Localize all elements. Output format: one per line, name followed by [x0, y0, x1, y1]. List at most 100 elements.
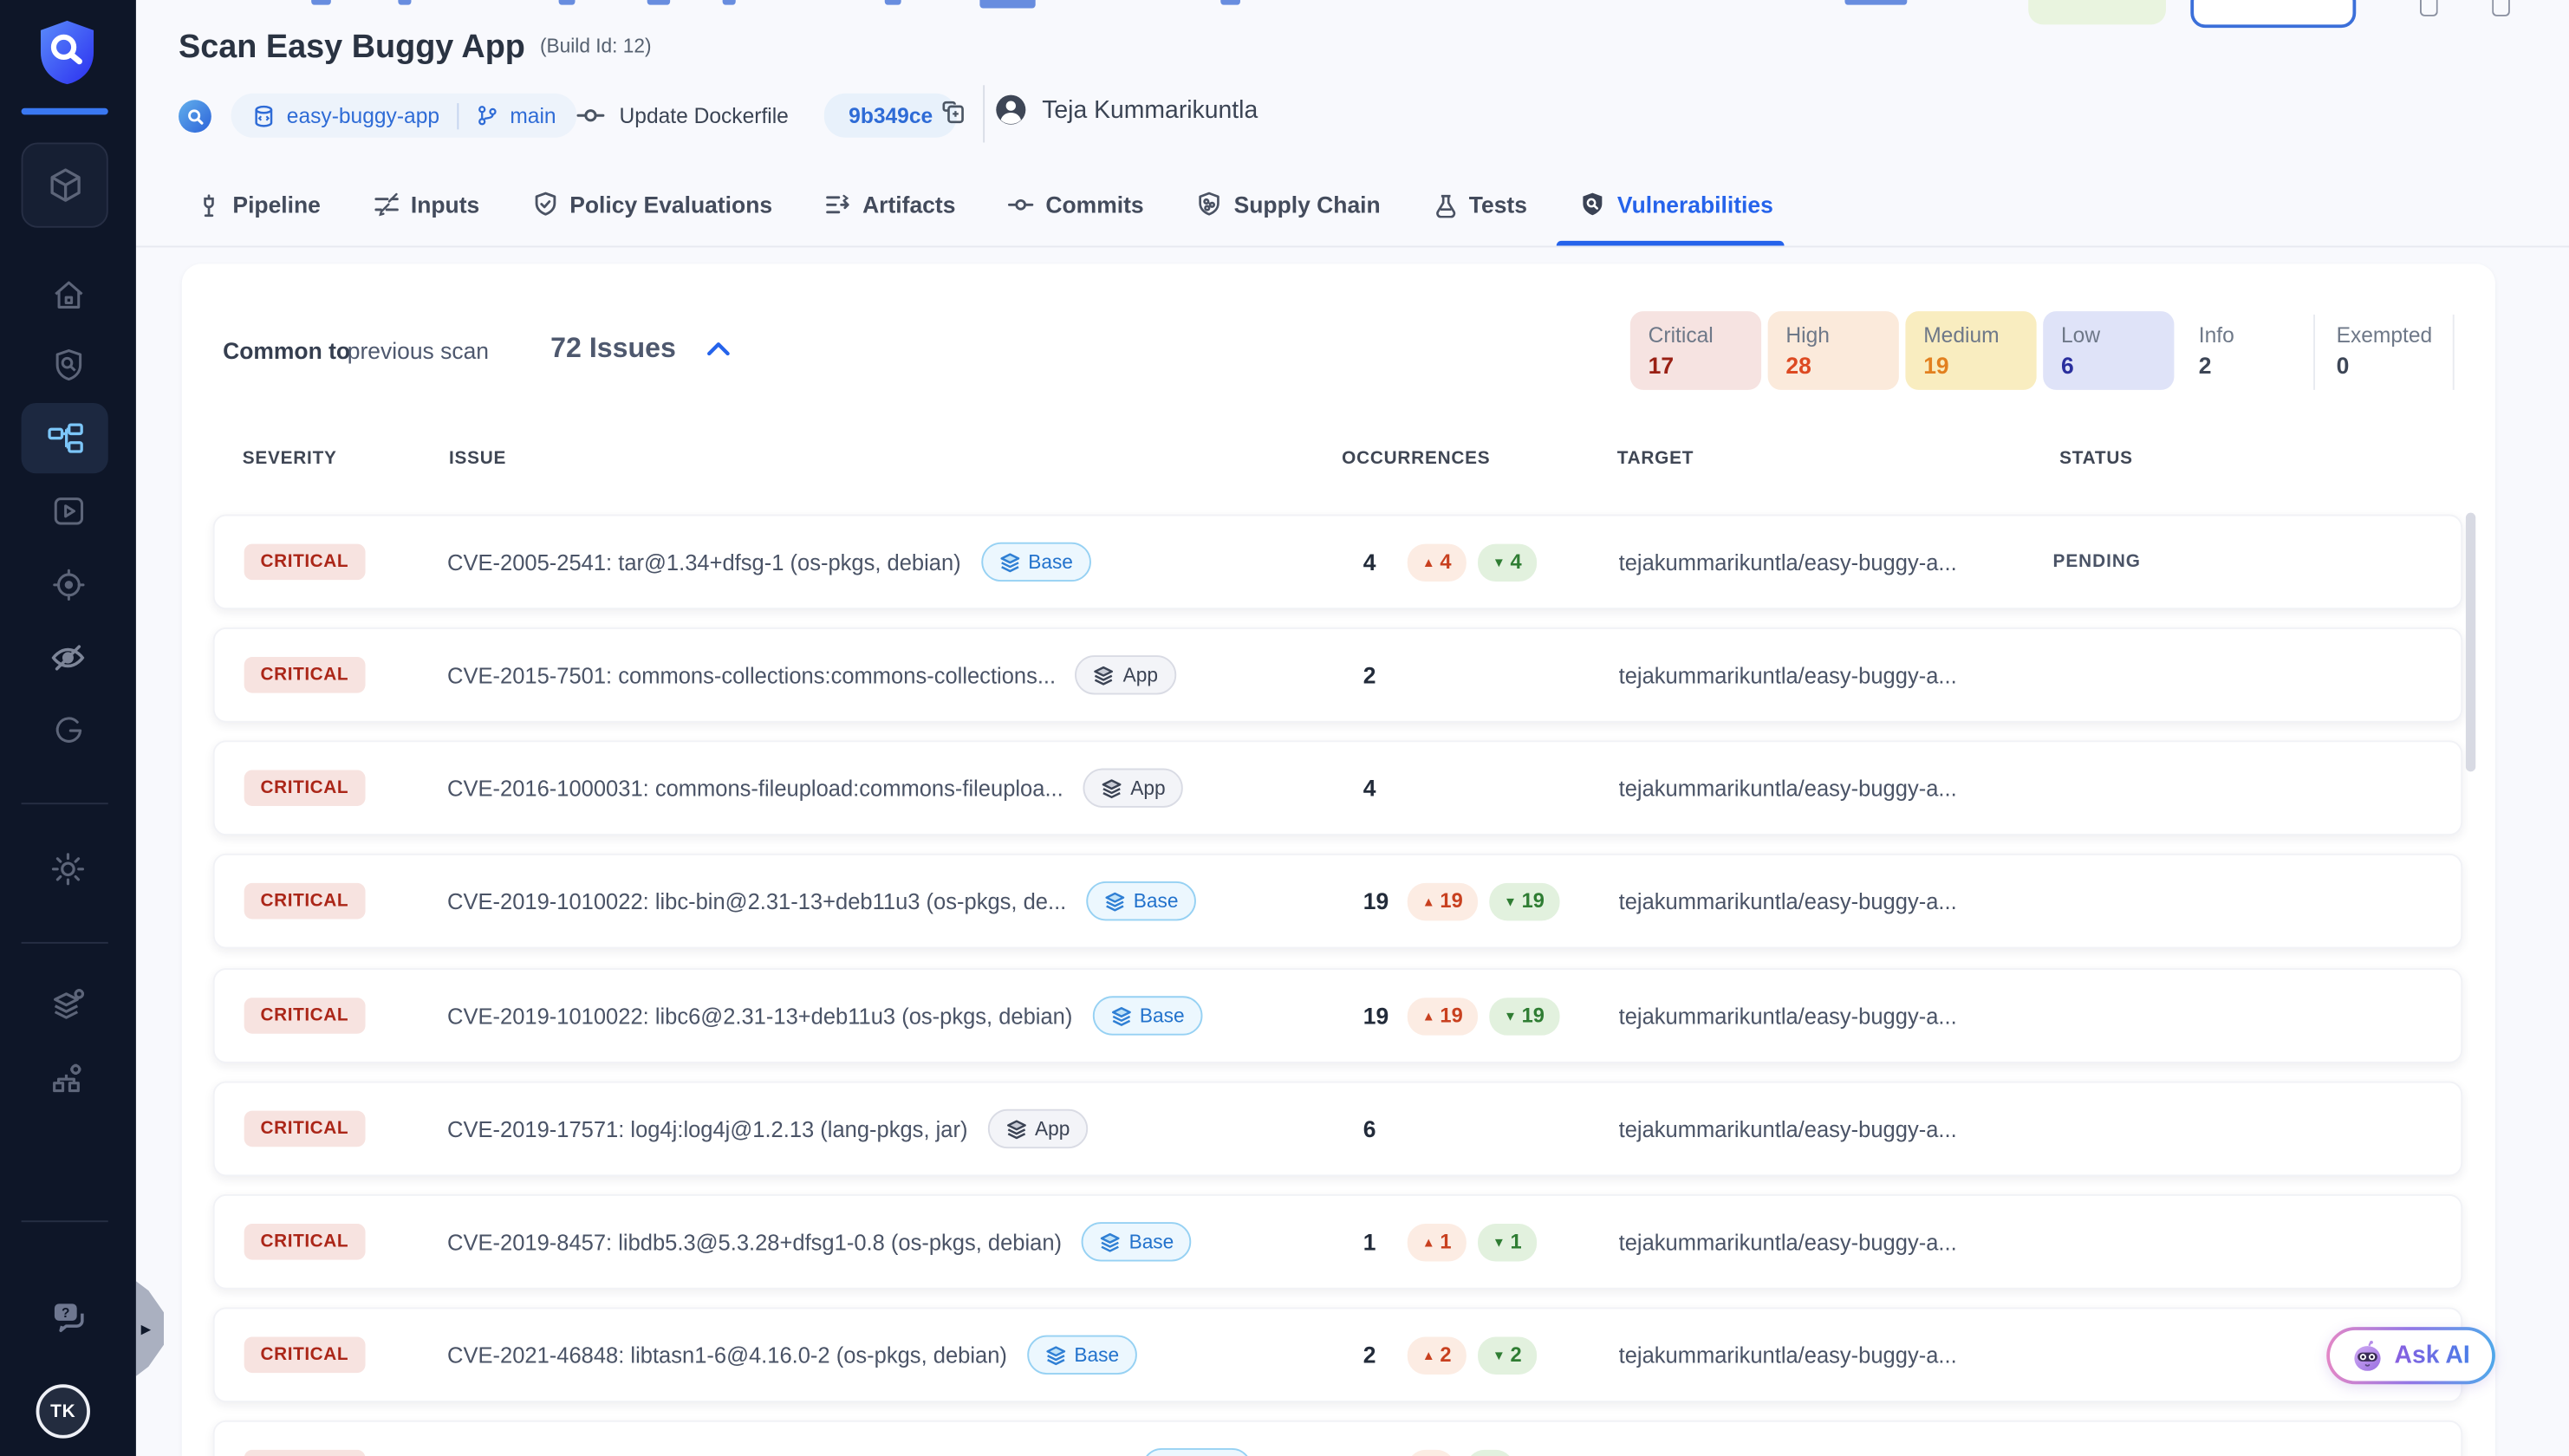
sidebar-item-hidden-findings[interactable]: [0, 635, 136, 678]
sidebar-item-integrations[interactable]: [0, 1056, 136, 1099]
play-square-icon: [50, 493, 87, 530]
sidebar-item-project[interactable]: [22, 142, 108, 227]
tab-artifacts[interactable]: Artifacts: [825, 164, 956, 246]
layer-label: Base: [1140, 1004, 1185, 1027]
chevron-up-icon: [705, 337, 732, 360]
target-text: tejakummarikuntla/easy-buggy-a...: [1619, 549, 2053, 574]
table-row[interactable]: CRITICAL CVE-2019-8457: libdb5.3@5.3.28+…: [213, 1194, 2462, 1290]
commit-sha-pill[interactable]: 9b349ce: [824, 94, 958, 138]
layer-label: Base: [1074, 1343, 1119, 1366]
chip-critical[interactable]: Critical 17: [1630, 311, 1761, 390]
tab-policy-evaluations[interactable]: Policy Evaluations: [532, 164, 772, 246]
introduced-pill: ▲2: [1408, 1336, 1467, 1374]
sidebar-item-targets[interactable]: [0, 563, 136, 606]
table-row[interactable]: CRITICAL CVE-2019-17571: log4j:log4j@1.2…: [213, 1082, 2462, 1177]
occurrences-count: 2: [1363, 662, 1396, 688]
sidebar-divider: [22, 942, 108, 944]
introduced-pill: ▲19: [1408, 997, 1478, 1034]
resolved-pill: ▼19: [1489, 882, 1559, 920]
cutoff-toolbar-fragment: [647, 0, 670, 5]
collapse-section-button[interactable]: [705, 337, 732, 368]
scope-label: previous scan: [348, 337, 489, 363]
table-row[interactable]: CRITICAL CVE-2019-1010022: libc6@2.31-13…: [213, 968, 2462, 1063]
table-row[interactable]: CRITICAL CVE-2019-1010022: libc-bin@2.31…: [213, 854, 2462, 949]
occurrences-count: 6: [1363, 1115, 1396, 1141]
cutoff-outline-button[interactable]: [2190, 0, 2356, 28]
repo-branch-pill[interactable]: easy-buggy-app main: [231, 94, 578, 138]
ask-ai-button[interactable]: Ask AI: [2326, 1327, 2495, 1384]
column-header-severity: SEVERITY: [243, 449, 337, 469]
table-row[interactable]: CRITICAL CVE-2015-7501: commons-collecti…: [213, 627, 2462, 723]
sidebar-item-pipelines-active[interactable]: [22, 403, 108, 473]
arrow-up-icon: ▲: [1422, 555, 1435, 569]
cutoff-green-pill-button[interactable]: [2028, 0, 2166, 24]
artifacts-icon: [825, 192, 851, 218]
column-header-status: STATUS: [2059, 449, 2133, 469]
sidebar-item-home[interactable]: [0, 274, 136, 316]
chip-label: Low: [2061, 322, 2156, 347]
header-divider: [983, 85, 985, 142]
table-row[interactable]: CRITICAL Base ▲ ▼: [213, 1420, 2462, 1456]
app-logo-shield-icon[interactable]: [35, 18, 101, 87]
target-text: tejakummarikuntla/easy-buggy-a...: [1619, 1342, 2053, 1367]
tab-label: Commits: [1045, 192, 1143, 218]
chip-high[interactable]: High 28: [1768, 311, 1899, 390]
layers-icon: [998, 551, 1020, 573]
layers-gear-icon: [49, 985, 87, 1023]
tab-label: Artifacts: [862, 192, 955, 218]
tab-inputs[interactable]: Inputs: [373, 164, 479, 246]
eye-off-icon: [49, 638, 87, 675]
sidebar-item-layer-settings[interactable]: [0, 983, 136, 1025]
table-row[interactable]: CRITICAL CVE-2016-1000031: commons-fileu…: [213, 740, 2462, 835]
tab-label: Inputs: [411, 192, 479, 218]
tab-supply-chain[interactable]: Supply Chain: [1196, 164, 1381, 246]
resolved-pill: ▼1: [1478, 1223, 1537, 1260]
chip-info[interactable]: Info 2: [2181, 311, 2312, 390]
chip-value: 17: [1649, 352, 1744, 378]
chip-low[interactable]: Low 6: [2043, 311, 2174, 390]
arrow-down-icon: ▼: [1493, 1234, 1506, 1249]
sidebar-item-scans[interactable]: [0, 344, 136, 387]
network-gear-icon: [49, 1059, 87, 1096]
issue-text: CVE-2021-46848: libtasn1-6@4.16.0-2 (os-…: [447, 1342, 1007, 1367]
layers-icon: [1110, 1005, 1132, 1027]
tab-tests[interactable]: Tests: [1433, 164, 1527, 246]
table-row[interactable]: CRITICAL CVE-2021-46848: libtasn1-6@4.16…: [213, 1307, 2462, 1402]
severity-summary: Critical 17 High 28 Medium 19 Low 6 Info…: [1630, 311, 2449, 390]
cutoff-toolbar-icon[interactable]: [2492, 0, 2510, 16]
chip-label: Medium: [1923, 322, 2019, 347]
copy-icon[interactable]: [940, 100, 966, 134]
column-header-issue: ISSUE: [449, 449, 506, 469]
commits-icon: [1008, 192, 1034, 218]
layers-icon: [1094, 665, 1115, 686]
chip-value: 6: [2061, 352, 2156, 378]
layers-icon: [1104, 890, 1126, 912]
sidebar-expand-handle[interactable]: ▶: [136, 1281, 164, 1376]
layer-label: Base: [1129, 1231, 1174, 1253]
tab-vulnerabilities-active[interactable]: Vulnerabilities: [1579, 164, 1772, 246]
layers-icon: [1100, 1232, 1122, 1253]
chip-medium[interactable]: Medium 19: [1905, 311, 2036, 390]
chip-exempted[interactable]: Exempted 0: [2319, 311, 2449, 390]
table-scrollbar-thumb[interactable]: [2466, 513, 2475, 772]
introduced-pill: ▲1: [1408, 1223, 1467, 1260]
sidebar-item-help-chat[interactable]: ?: [0, 1296, 136, 1338]
sidebar-item-settings[interactable]: [0, 847, 136, 889]
cutoff-toolbar-icon[interactable]: [2420, 0, 2438, 16]
target-text: tejakummarikuntla/easy-buggy-a...: [1619, 776, 2053, 800]
sidebar-item-gauge[interactable]: [0, 709, 136, 751]
target-icon: [50, 567, 87, 603]
user-avatar[interactable]: TK: [36, 1384, 90, 1438]
tab-pipeline[interactable]: Pipeline: [197, 164, 321, 246]
arrow-down-icon: ▼: [1504, 894, 1517, 908]
tab-commits[interactable]: Commits: [1008, 164, 1144, 246]
user-initials: TK: [50, 1401, 75, 1421]
severity-badge: CRITICAL: [244, 998, 365, 1034]
layer-label: App: [1130, 777, 1165, 799]
severity-badge: CRITICAL: [244, 1336, 365, 1373]
build-id: (Build Id: 12): [540, 35, 652, 57]
sidebar-item-runs[interactable]: [0, 490, 136, 532]
table-row[interactable]: CRITICAL CVE-2005-2541: tar@1.34+dfsg-1 …: [213, 515, 2462, 610]
ai-mascot-icon: [2351, 1339, 2384, 1372]
occurrences-count: 1: [1363, 1229, 1396, 1255]
